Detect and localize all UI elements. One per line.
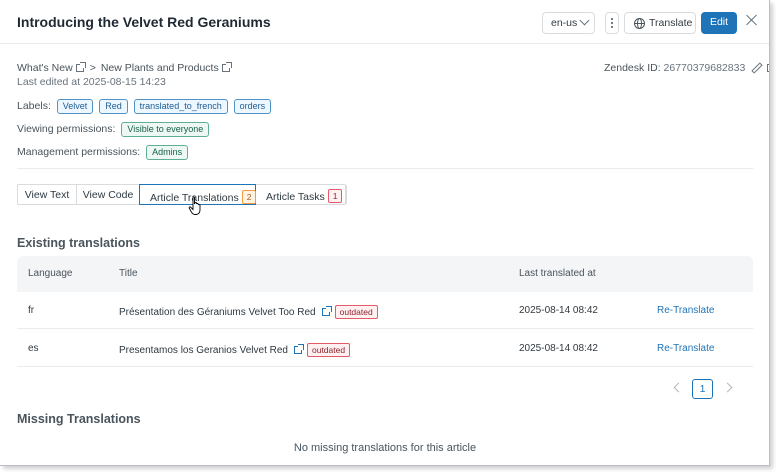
zendesk-id-label: Zendesk ID: [604,62,661,74]
label-tag: Velvet [56,99,94,114]
tab-view-code[interactable]: View Code [77,185,139,204]
zendesk-id-value: 26770379682833 [663,62,746,74]
tab-separator [346,185,347,204]
breadcrumb-separator: > [89,62,96,74]
article-modal: Introducing the Velvet Red Geraniums en-… [0,0,770,466]
breadcrumb-item-new-plants[interactable]: New Plants and Products [101,62,219,74]
modal-header: Introducing the Velvet Red Geraniums en-… [0,0,769,44]
management-permissions-badge: Admins [146,145,189,160]
outdated-badge: outdated [334,305,378,319]
external-link-icon[interactable] [75,62,86,72]
management-permissions-row: Management permissions: Admins [17,145,189,160]
external-link-icon[interactable] [321,306,332,316]
column-header-title: Title [119,268,138,279]
translate-button[interactable]: Translate [624,12,696,34]
retranslate-link[interactable]: Re-Translate [657,343,714,354]
table-header: Language Title Last translated at [17,256,753,292]
viewing-permissions-caption: Viewing permissions: [17,123,116,135]
tab-article-tasks-label: Article Tasks [266,191,325,203]
translate-label: Translate [649,17,693,29]
breadcrumb: What's New > New Plants and Products [17,62,232,74]
labels-caption: Labels: [17,100,51,112]
pencil-icon[interactable] [751,63,760,72]
edit-button[interactable]: Edit [701,12,737,34]
cell-title: Présentation des Géraniums Velvet Too Re… [119,305,378,319]
cell-language: fr [28,305,35,316]
kebab-icon-dot [611,26,613,28]
kebab-icon [611,18,613,20]
viewing-permissions-row: Viewing permissions: Visible to everyone [17,122,210,137]
external-link-icon[interactable] [293,344,304,354]
column-header-last-translated: Last translated at [519,268,596,279]
external-link-icon[interactable] [221,62,232,72]
label-tag: orders [233,99,272,114]
globe-icon [634,18,645,29]
chevron-down-icon [579,15,590,26]
zendesk-id: Zendesk ID: 26770379682833 [604,62,769,74]
last-edited-text: Last edited at 2025-08-15 14:23 [17,76,166,88]
outdated-badge: outdated [306,343,351,357]
article-title: Introducing the Velvet Red Geraniums [17,14,271,30]
cell-last-translated: 2025-08-14 08:42 [519,343,598,354]
chevron-right-icon[interactable] [722,382,733,393]
more-options-button[interactable] [605,12,619,34]
labels-row: Labels: Velvet Red translated_to_french … [17,99,272,114]
retranslate-link[interactable]: Re-Translate [657,305,714,316]
missing-translations-heading: Missing Translations [17,412,141,426]
external-link-icon[interactable] [767,64,769,72]
tab-article-tasks[interactable]: Article Tasks 1 [266,185,346,204]
translation-title: Presentamos los Geranios Velvet Red [119,345,288,356]
viewing-permissions-badge: Visible to everyone [121,122,210,137]
cell-language: es [28,343,39,354]
tab-count-badge: 2 [241,190,257,204]
existing-translations-heading: Existing translations [17,236,140,250]
cell-title: Presentamos los Geranios Velvet Red outda… [119,343,351,357]
tab-view-text[interactable]: View Text [18,185,76,204]
hand-cursor-icon [188,196,201,215]
chevron-left-icon[interactable] [673,382,684,393]
close-icon[interactable] [745,13,759,27]
missing-translations-empty-text: No missing translations for this article [293,442,477,454]
column-header-language: Language [28,268,73,279]
label-tag: Red [99,99,128,114]
kebab-icon-dot [611,22,613,24]
table-row: fr Présentation des Géraniums Velvet Too… [17,292,753,329]
divider [17,168,753,169]
pagination-current-page[interactable]: 1 [692,379,713,399]
translation-title: Présentation des Géraniums Velvet Too Re… [119,307,316,318]
table-row: es Presentamos los Geranios Velvet Red ou… [17,330,753,367]
label-tag: translated_to_french [133,99,228,114]
breadcrumb-item-whats-new[interactable]: What's New [17,62,73,74]
tab-bar: View Text View Code Article Translations… [17,184,347,205]
locale-select[interactable]: en-us [542,12,595,34]
cell-last-translated: 2025-08-14 08:42 [519,305,598,316]
management-permissions-caption: Management permissions: [17,146,141,158]
tab-count-badge: 1 [327,189,343,203]
locale-value: en-us [551,17,578,29]
